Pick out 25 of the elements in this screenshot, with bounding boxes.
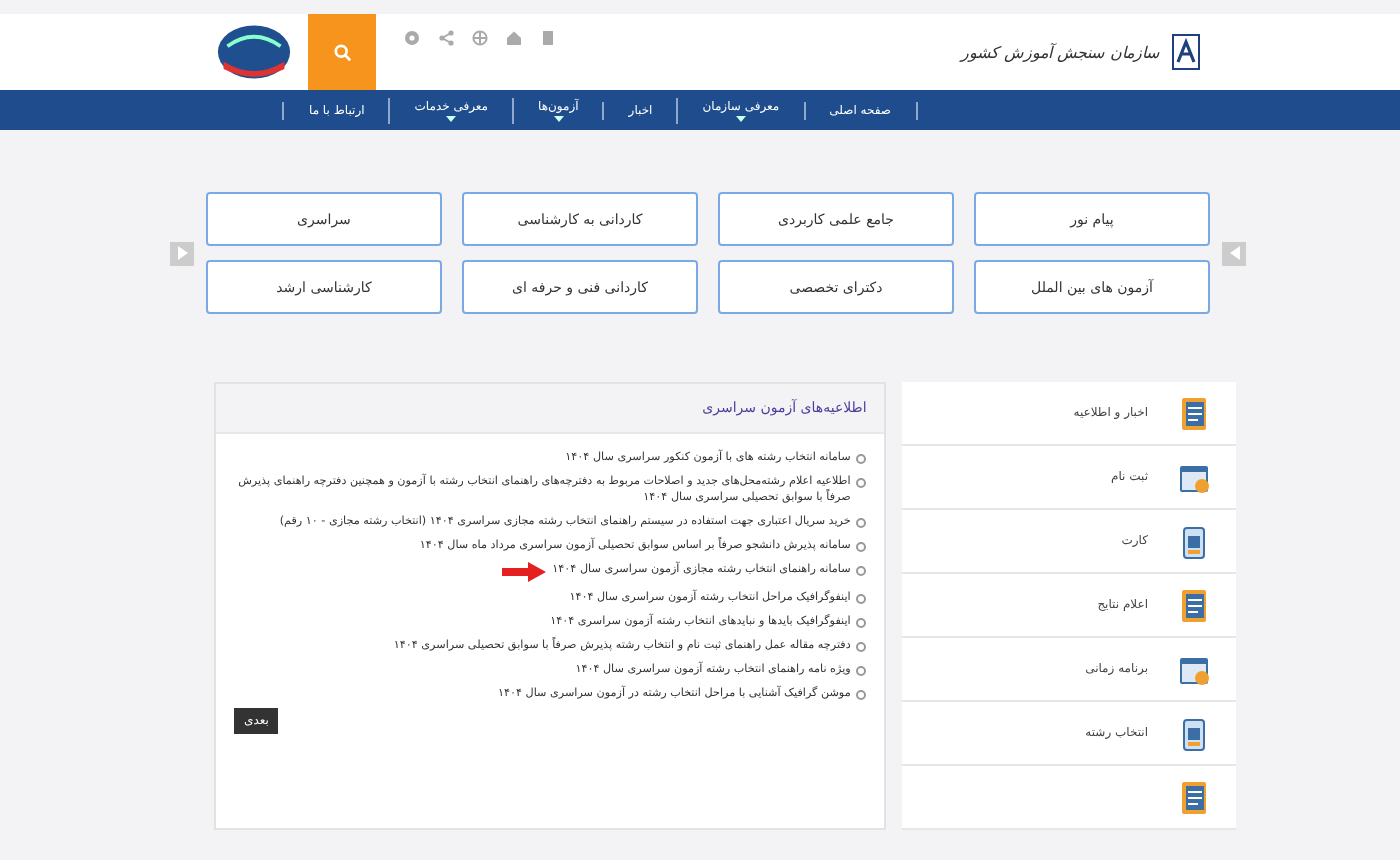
radio-bullet-icon [856,542,867,552]
share-icon[interactable] [438,30,454,46]
radio-bullet-icon [856,566,867,576]
arrow-icon [177,246,187,260]
emblem-logo [216,22,292,82]
radio-bullet-icon [856,454,867,464]
radio-bullet-icon [856,666,867,676]
globe-icon[interactable] [472,30,488,46]
newspaper-icon [1176,395,1212,431]
search-icon [333,43,351,61]
search-button[interactable] [308,14,376,90]
radio-bullet-icon [856,478,867,488]
radio-bullet-icon [856,618,867,628]
radio-bullet-icon [856,518,867,528]
organization-name: سازمان سنجش آموزش کشور [960,43,1160,61]
gear-icon[interactable] [404,30,420,46]
arrow-icon [1229,246,1239,260]
radio-bullet-icon [856,690,867,700]
home-icon[interactable] [506,30,522,46]
caret-icon [735,115,746,121]
radio-bullet-icon [856,594,867,604]
caret-icon [446,115,457,121]
radio-bullet-icon [856,642,867,652]
organization-logo [1172,34,1200,70]
caret-icon [553,115,564,121]
